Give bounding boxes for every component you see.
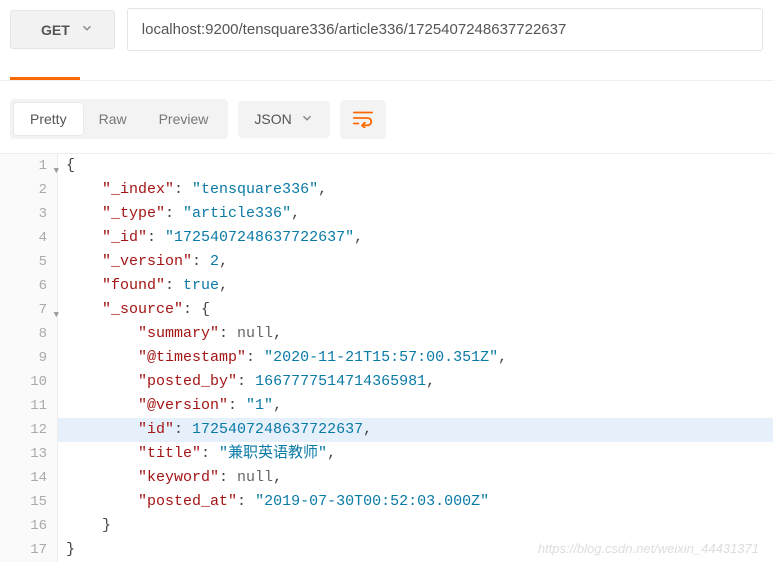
line-number: 2 — [0, 178, 58, 202]
line-content: "_index": "tensquare336", — [58, 178, 327, 202]
line-content: "keyword": null, — [58, 466, 282, 490]
line-content: "title": "兼职英语教师", — [58, 442, 336, 466]
line-number: 3 — [0, 202, 58, 226]
line-content: "@timestamp": "2020-11-21T15:57:00.351Z"… — [58, 346, 507, 370]
line-number: 6 — [0, 274, 58, 298]
line-number: 14 — [0, 466, 58, 490]
code-line[interactable]: 9 "@timestamp": "2020-11-21T15:57:00.351… — [0, 346, 773, 370]
code-line[interactable]: 6 "found": true, — [0, 274, 773, 298]
divider — [0, 80, 773, 81]
chevron-down-icon — [80, 21, 94, 38]
line-number: 7▼ — [0, 298, 58, 322]
line-number: 13 — [0, 442, 58, 466]
code-line[interactable]: 2 "_index": "tensquare336", — [0, 178, 773, 202]
code-line[interactable]: 10 "posted_by": 1667777514714365981, — [0, 370, 773, 394]
tab-preview[interactable]: Preview — [143, 103, 225, 135]
code-line[interactable]: 7▼ "_source": { — [0, 298, 773, 322]
line-number: 4 — [0, 226, 58, 250]
line-content: "found": true, — [58, 274, 228, 298]
line-content: "posted_by": 1667777514714365981, — [58, 370, 435, 394]
format-label: JSON — [254, 111, 291, 127]
line-content: "_type": "article336", — [58, 202, 300, 226]
code-line[interactable]: 13 "title": "兼职英语教师", — [0, 442, 773, 466]
request-bar: GET — [0, 0, 773, 55]
code-line[interactable]: 11 "@version": "1", — [0, 394, 773, 418]
line-content: "_id": "1725407248637722637", — [58, 226, 363, 250]
tab-raw[interactable]: Raw — [83, 103, 143, 135]
view-mode-segment: Pretty Raw Preview — [10, 99, 228, 139]
code-line[interactable]: 5 "_version": 2, — [0, 250, 773, 274]
code-line[interactable]: 1▼{ — [0, 154, 773, 178]
format-dropdown[interactable]: JSON — [238, 101, 329, 138]
line-content: } — [58, 514, 111, 538]
line-content: "summary": null, — [58, 322, 282, 346]
line-number: 10 — [0, 370, 58, 394]
code-line[interactable]: 16 } — [0, 514, 773, 538]
url-input[interactable] — [127, 8, 763, 51]
code-line[interactable]: 4 "_id": "1725407248637722637", — [0, 226, 773, 250]
code-line[interactable]: 8 "summary": null, — [0, 322, 773, 346]
line-number: 12 — [0, 418, 58, 442]
line-number: 11 — [0, 394, 58, 418]
chevron-down-icon — [300, 111, 314, 128]
response-body[interactable]: 1▼{2 "_index": "tensquare336",3 "_type":… — [0, 153, 773, 562]
line-content: { — [58, 154, 75, 178]
line-content: "posted_at": "2019-07-30T00:52:03.000Z" — [58, 490, 489, 514]
line-number: 8 — [0, 322, 58, 346]
code-line[interactable]: 12 "id": 1725407248637722637, — [0, 418, 773, 442]
code-line[interactable]: 15 "posted_at": "2019-07-30T00:52:03.000… — [0, 490, 773, 514]
http-method-label: GET — [41, 22, 70, 38]
line-content: "id": 1725407248637722637, — [58, 418, 372, 442]
line-number: 9 — [0, 346, 58, 370]
line-number: 1▼ — [0, 154, 58, 178]
line-number: 15 — [0, 490, 58, 514]
line-content: "@version": "1", — [58, 394, 282, 418]
http-method-dropdown[interactable]: GET — [10, 10, 115, 49]
line-content: "_version": 2, — [58, 250, 228, 274]
tab-pretty[interactable]: Pretty — [14, 103, 83, 135]
line-number: 5 — [0, 250, 58, 274]
code-line[interactable]: 3 "_type": "article336", — [0, 202, 773, 226]
word-wrap-icon — [352, 108, 374, 131]
response-view-bar: Pretty Raw Preview JSON — [0, 93, 773, 153]
line-number: 16 — [0, 514, 58, 538]
line-content: "_source": { — [58, 298, 210, 322]
word-wrap-button[interactable] — [340, 100, 386, 139]
code-line[interactable]: 14 "keyword": null, — [0, 466, 773, 490]
